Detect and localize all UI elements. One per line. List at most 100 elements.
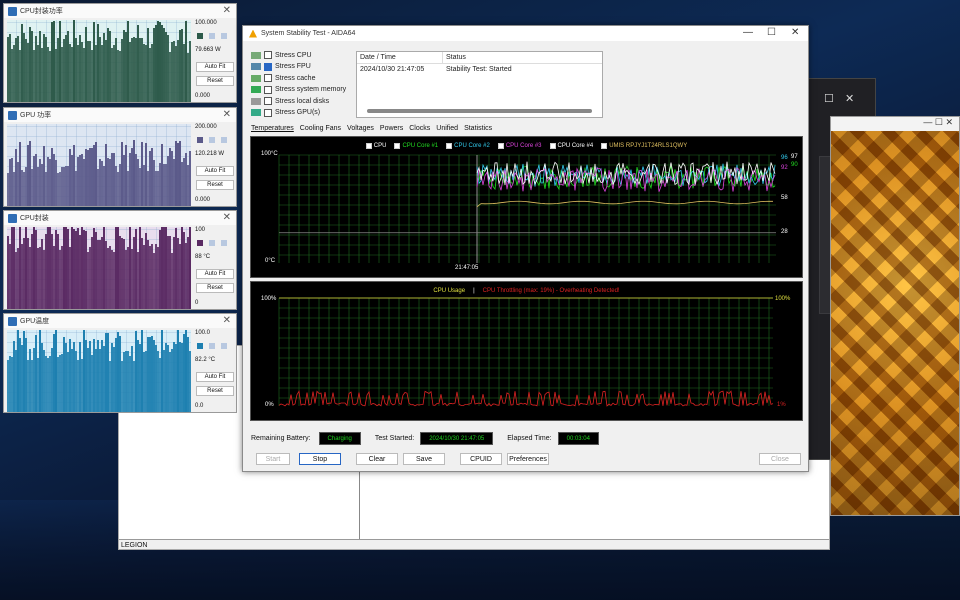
sensor-title: CPU封装 (20, 215, 49, 222)
sensor-titlebar: GPU温度 (4, 314, 236, 328)
graph-tabs: Temperatures Cooling Fans Voltages Power… (251, 125, 492, 132)
stress-option[interactable]: Stress GPU(s) (251, 108, 321, 117)
sensor-side-info: 100 88 °C Auto Fit Reset 0 (195, 227, 235, 309)
close-icon[interactable]: ✕ (845, 92, 854, 105)
log-col-status[interactable]: Status (443, 52, 466, 63)
tab-voltages[interactable]: Voltages (347, 125, 374, 132)
stress-label: Stress FPU (275, 63, 311, 70)
stop-button[interactable]: Stop (299, 453, 341, 465)
sensor-titlebar: CPU封装 (4, 211, 236, 225)
cpuid-button[interactable]: CPUID (460, 453, 502, 465)
maximize-icon[interactable]: ☐ (767, 27, 776, 38)
stress-label: Stress CPU (275, 51, 312, 59)
hardware-icon (251, 63, 261, 70)
stress-option[interactable]: Stress cache (251, 74, 315, 82)
close-icon[interactable]: ✕ (223, 5, 231, 16)
series-color-swatch[interactable] (209, 343, 215, 349)
tab-unified[interactable]: Unified (436, 125, 458, 132)
background-window-statusbar: LEGION (119, 539, 829, 549)
status-row: Remaining Battery: Charging Test Started… (251, 432, 599, 445)
series-color-swatch[interactable] (197, 137, 203, 143)
maximize-icon[interactable]: ☐ (824, 92, 834, 105)
stress-label: Stress GPU(s) (275, 109, 321, 116)
sensor-panel[interactable]: GPU 功率 ✕ 200.000 120.218 W Auto Fit Rese… (3, 107, 237, 207)
graph-bar (189, 227, 191, 309)
series-color-swatch[interactable] (197, 240, 203, 246)
usage-axis-top-right: 100% (775, 296, 791, 302)
window-title: System Stability Test - AIDA64 (261, 30, 356, 37)
sensor-panel[interactable]: GPU温度 ✕ 100.0 82.2 °C Auto Fit Reset 0.0 (3, 313, 237, 413)
sensor-max: 100.000 (195, 20, 217, 26)
temp-axis-top: 100°C (261, 151, 278, 157)
series-color-swatch[interactable] (209, 33, 215, 39)
abstract-artwork (831, 131, 959, 515)
reset-button[interactable]: Reset (196, 76, 234, 86)
auto-fit-button[interactable]: Auto Fit (196, 372, 234, 382)
close-icon[interactable]: ✕ (223, 109, 231, 120)
stress-checkbox[interactable] (264, 74, 272, 82)
start-button[interactable]: Start (256, 453, 290, 465)
stress-option[interactable]: Stress system memory (251, 85, 346, 94)
sensor-titlebar: GPU 功率 (4, 108, 236, 122)
tab-statistics[interactable]: Statistics (464, 125, 492, 132)
close-icon[interactable]: ✕ (791, 27, 799, 38)
minimize-icon[interactable]: — (923, 117, 932, 127)
series-color-swatch[interactable] (197, 33, 203, 39)
tab-cooling-fans[interactable]: Cooling Fans (300, 125, 341, 132)
auto-fit-button[interactable]: Auto Fit (196, 269, 234, 279)
usage-axis-bottom-right: 1% (777, 402, 786, 408)
stress-option[interactable]: Stress FPU (251, 62, 311, 71)
stress-checkbox[interactable] (264, 85, 272, 94)
maximize-icon[interactable]: ☐ (935, 117, 943, 127)
close-icon[interactable]: ✕ (223, 315, 231, 326)
stress-checkbox[interactable] (264, 97, 272, 105)
table-row[interactable]: 2024/10/30 21:47:05 Stability Test: Star… (357, 64, 602, 76)
aida64-window[interactable]: System Stability Test - AIDA64 — ☐ ✕ Str… (242, 25, 809, 472)
save-button[interactable]: Save (403, 453, 445, 465)
log-col-datetime[interactable]: Date / Time (357, 52, 443, 63)
stress-checkbox[interactable] (264, 108, 272, 117)
reset-button[interactable]: Reset (196, 386, 234, 396)
auto-fit-button[interactable]: Auto Fit (196, 166, 234, 176)
preferences-button[interactable]: Preferences (507, 453, 549, 465)
tab-temperatures[interactable]: Temperatures (251, 125, 294, 132)
stress-option[interactable]: Stress CPU (251, 51, 312, 59)
tab-powers[interactable]: Powers (380, 125, 403, 132)
sensor-side-info: 200.000 120.218 W Auto Fit Reset 0.000 (195, 124, 235, 206)
temp-label-58: 58 (781, 195, 788, 201)
legion-label: LEGION (121, 542, 148, 549)
series-color-swatch[interactable] (221, 240, 227, 246)
close-icon[interactable]: ✕ (945, 117, 953, 127)
close-button[interactable]: Close (759, 453, 801, 465)
usage-axis-bottom-left: 0% (265, 402, 274, 408)
series-color-swatch[interactable] (221, 343, 227, 349)
reset-button[interactable]: Reset (196, 180, 234, 190)
tab-clocks[interactable]: Clocks (409, 125, 430, 132)
sensor-graph-bars (7, 20, 191, 102)
elapsed-time-label: Elapsed Time: (507, 435, 552, 442)
sensor-panel[interactable]: CPU封装功率 ✕ 100.000 79.663 W Auto Fit Rese… (3, 3, 237, 103)
art-window[interactable]: — ☐ ✕ (830, 116, 960, 516)
series-color-swatch[interactable] (197, 343, 203, 349)
temperature-chart: CPU CPU Core #1 CPU Core #2 CPU Core #3 CPU … (250, 136, 803, 278)
hardware-icon (251, 74, 261, 82)
temp-axis-time: 21:47:05 (455, 265, 479, 271)
series-color-swatch[interactable] (209, 240, 215, 246)
series-color-swatch[interactable] (209, 137, 215, 143)
series-color-swatch[interactable] (221, 33, 227, 39)
sensor-side-info: 100.000 79.663 W Auto Fit Reset 0.000 (195, 20, 235, 102)
stress-checkbox[interactable] (264, 51, 272, 59)
horizontal-scrollbar[interactable] (367, 109, 592, 113)
clear-button[interactable]: Clear (356, 453, 398, 465)
minimize-icon[interactable]: — (743, 27, 753, 38)
stress-option[interactable]: Stress local disks (251, 97, 329, 105)
art-window-titlebar: — ☐ ✕ (831, 117, 959, 131)
reset-button[interactable]: Reset (196, 283, 234, 293)
log-table[interactable]: Date / Time Status 2024/10/30 21:47:05 S… (356, 51, 603, 118)
close-icon[interactable]: ✕ (223, 212, 231, 223)
stress-checkbox[interactable] (264, 62, 272, 71)
test-started-label: Test Started: (374, 435, 415, 442)
series-color-swatch[interactable] (221, 137, 227, 143)
auto-fit-button[interactable]: Auto Fit (196, 62, 234, 72)
sensor-panel[interactable]: CPU封装 ✕ 100 88 °C Auto Fit Reset 0 (3, 210, 237, 310)
